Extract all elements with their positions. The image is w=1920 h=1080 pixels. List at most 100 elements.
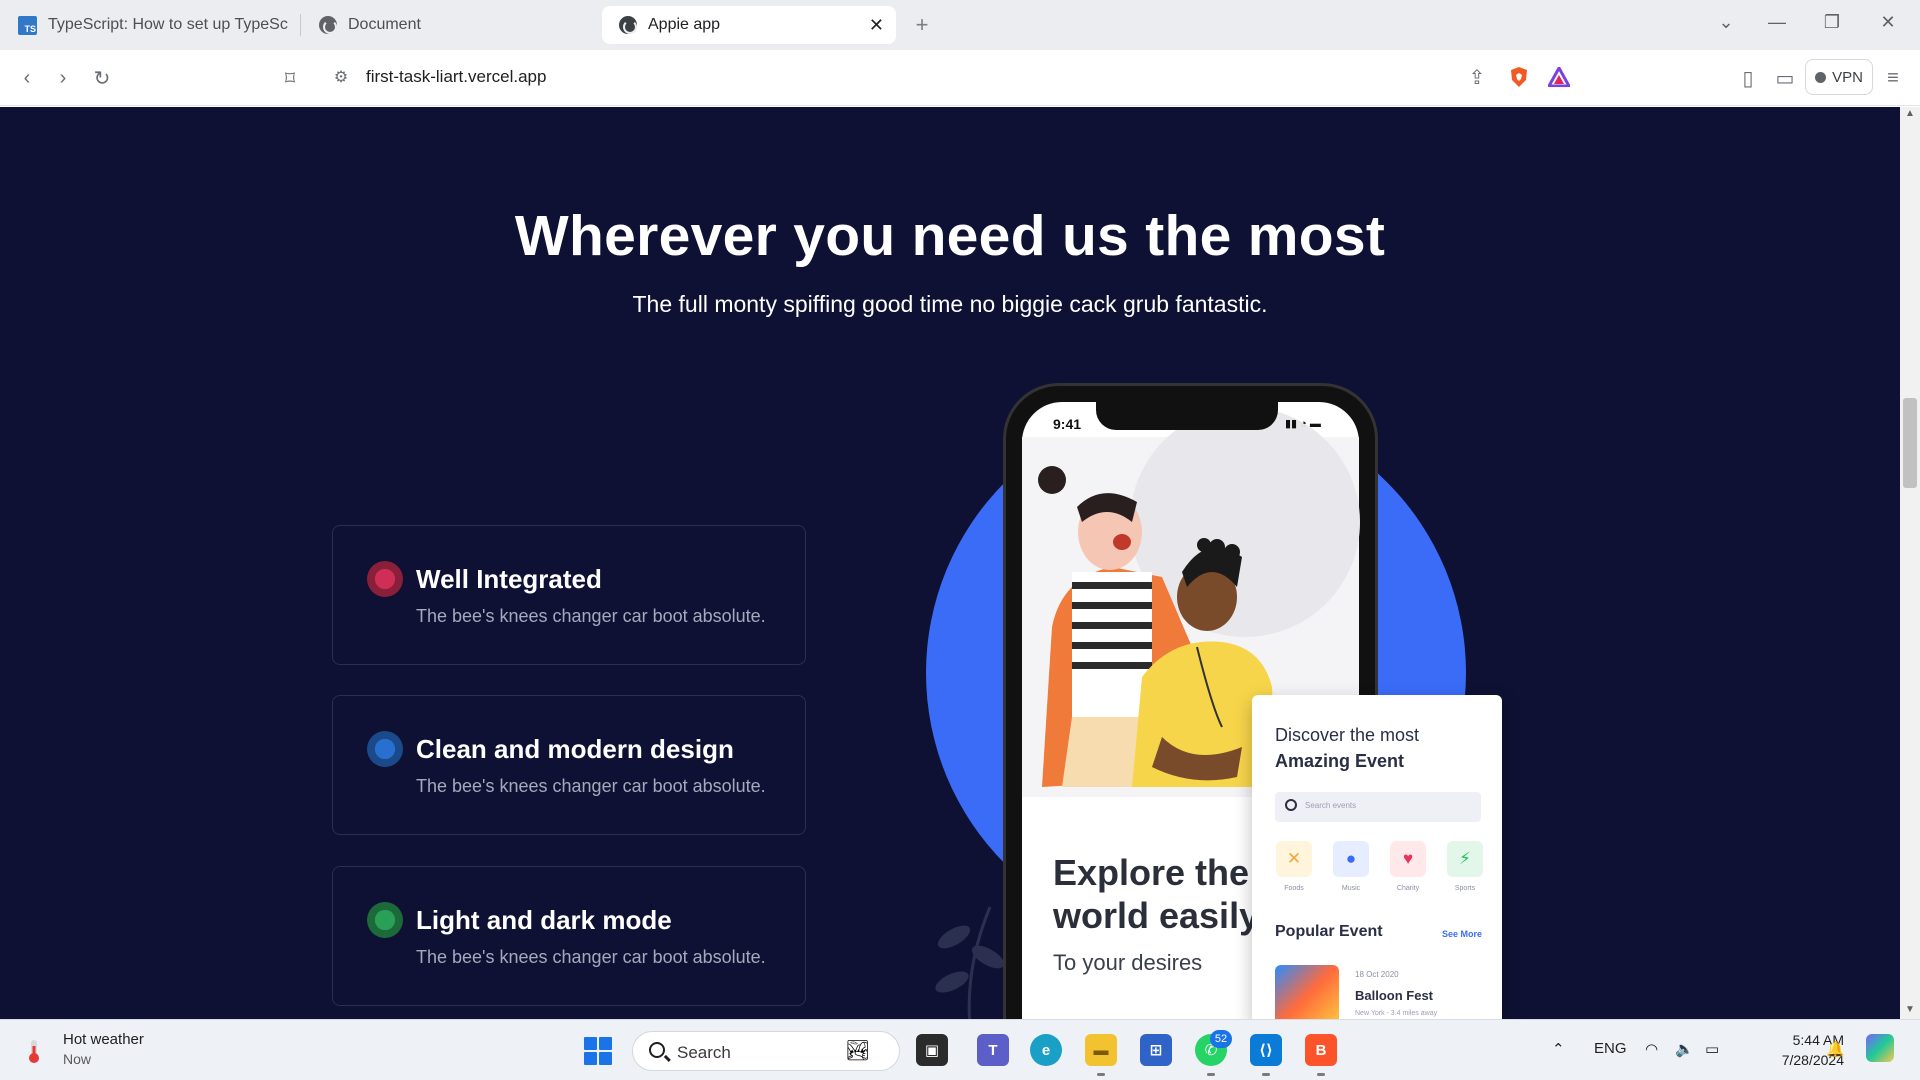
language-indicator[interactable]: ENG (1594, 1040, 1627, 1057)
task-view-icon[interactable]: ▣ (916, 1034, 948, 1066)
scrollbar-thumb[interactable] (1903, 398, 1917, 488)
typescript-icon: TS (18, 15, 37, 35)
battery-icon[interactable]: ▭ (1705, 1040, 1719, 1058)
card-title-line1: Discover the most (1275, 725, 1420, 745)
browser-tab-bar: TS TypeScript: How to set up TypeScrip D… (0, 0, 1920, 50)
tab-document[interactable]: Document (318, 6, 588, 44)
microsoft-store-icon[interactable]: ⊞ (1140, 1034, 1172, 1066)
close-window-icon[interactable]: ✕ (1876, 12, 1900, 33)
reload-icon[interactable]: ↻ (87, 63, 117, 93)
popular-event-heading: Popular Event (1275, 923, 1383, 940)
menu-icon[interactable]: ≡ (1878, 63, 1908, 93)
running-indicator (1097, 1073, 1105, 1076)
share-icon[interactable]: ⇪ (1462, 62, 1492, 92)
vpn-button[interactable]: VPN (1805, 59, 1873, 95)
site-settings-icon[interactable]: ⚙ (326, 62, 356, 92)
search-icon (1285, 799, 1297, 811)
feature-title: Clean and modern design (416, 734, 734, 764)
phone-status-time: 9:41 (1053, 416, 1082, 432)
scroll-up-icon[interactable]: ▲ (1905, 108, 1915, 119)
show-hidden-icons-chevron[interactable]: ⌃ (1552, 1040, 1565, 1058)
feature-description: The bee's knees changer car boot absolut… (416, 776, 766, 796)
forward-icon[interactable]: › (48, 63, 78, 93)
sidebar-icon[interactable]: ▯ (1733, 63, 1763, 93)
event-date: 18 Oct 2020 (1355, 970, 1399, 979)
wifi-icon[interactable]: ◠ (1645, 1040, 1658, 1058)
scroll-down-icon[interactable]: ▼ (1905, 1004, 1915, 1015)
thermometer-icon[interactable] (24, 1038, 44, 1064)
tab-search-chevron-icon[interactable]: ⌄ (1714, 12, 1738, 33)
fork-knife-icon: ✕ (1276, 841, 1312, 877)
notification-bell-icon[interactable]: 🔔 (1826, 1040, 1845, 1058)
taskbar-search[interactable]: Search 🏞 (632, 1031, 900, 1071)
phone-tagline: To your desires (1053, 950, 1203, 975)
tab-typescript[interactable]: TS TypeScript: How to set up TypeScrip (18, 6, 288, 44)
tab-title: Appie app (648, 16, 721, 33)
heart-icon: ♥ (1390, 841, 1426, 877)
event-name: Balloon Fest (1355, 988, 1434, 1003)
new-tab-button[interactable]: + (910, 12, 934, 38)
phone-headline: Explore the world easily (1053, 851, 1259, 937)
restore-icon[interactable]: ❐ (1820, 12, 1844, 33)
copilot-icon[interactable] (1866, 1034, 1894, 1062)
search-icon (649, 1042, 665, 1058)
url-text: first-task-liart.vercel.app (366, 67, 547, 86)
running-indicator (1317, 1073, 1325, 1076)
page-scrollbar[interactable] (1900, 107, 1920, 1019)
windows-start-icon[interactable] (584, 1037, 612, 1065)
bookmark-icon[interactable]: ⌑ (275, 63, 305, 93)
feature-card-well-integrated: Well Integrated The bee's knees changer … (332, 525, 806, 665)
vpn-label: VPN (1832, 68, 1863, 86)
phone-notch (1096, 402, 1278, 430)
see-more-link[interactable]: See More (1442, 929, 1482, 939)
feature-dot-icon (367, 561, 403, 597)
search-highlight-icon: 🏞 (845, 1040, 871, 1062)
feature-description: The bee's knees changer car boot absolut… (416, 947, 766, 967)
category-sports[interactable]: ⚡ Sports (1446, 841, 1484, 892)
feature-dot-icon (367, 731, 403, 767)
volume-icon[interactable]: 🔈 (1675, 1040, 1694, 1058)
category-foods[interactable]: ✕ Foods (1275, 841, 1313, 892)
minimize-icon[interactable]: — (1765, 12, 1789, 33)
address-bar[interactable]: ⚙ first-task-liart.vercel.app ⇪ (318, 57, 1600, 97)
category-label: Sports (1454, 885, 1476, 892)
wallet-icon[interactable]: ▭ (1770, 63, 1800, 93)
browser-toolbar: ‹ › ↻ ⌑ ⚙ first-task-liart.vercel.app ⇪ … (0, 50, 1920, 106)
leaf-decoration-icon (935, 906, 1005, 1019)
feature-title: Well Integrated (416, 564, 602, 594)
search-placeholder: Search events (1305, 801, 1357, 810)
back-icon[interactable]: ‹ (12, 63, 42, 93)
globe-icon (618, 16, 637, 35)
brave-browser-icon[interactable]: B (1305, 1034, 1337, 1066)
weather-title[interactable]: Hot weather (63, 1031, 144, 1048)
runner-icon: ⚡ (1447, 841, 1483, 877)
tab-separator (300, 14, 301, 36)
category-music[interactable]: ● Music (1332, 841, 1370, 892)
page-viewport: Wherever you need us the most The full m… (0, 107, 1900, 1019)
globe-icon (318, 16, 337, 35)
file-explorer-icon[interactable]: ▬ (1085, 1034, 1117, 1066)
brave-rewards-icon[interactable] (1544, 62, 1574, 92)
edge-icon[interactable]: e (1030, 1034, 1062, 1066)
search-label: Search (677, 1043, 731, 1062)
vpn-status-icon (1815, 71, 1827, 83)
card-title-line2: Amazing Event (1275, 751, 1405, 771)
teams-icon[interactable]: T (977, 1034, 1009, 1066)
feature-dot-icon (367, 902, 403, 938)
event-thumbnail (1275, 965, 1339, 1019)
section-subheadline: The full monty spiffing good time no big… (632, 291, 1268, 317)
event-search-input[interactable]: Search events (1275, 792, 1481, 822)
running-indicator (1262, 1073, 1270, 1076)
feature-title: Light and dark mode (416, 905, 672, 935)
phone-headline-line1: Explore the (1053, 852, 1250, 893)
tab-appie-app[interactable]: Appie app ✕ (602, 6, 896, 44)
tab-title: TypeScript: How to set up TypeScrip (48, 16, 288, 33)
brave-shield-icon[interactable] (1504, 62, 1534, 92)
close-tab-icon[interactable]: ✕ (869, 15, 884, 36)
vscode-icon[interactable]: ⟨⟩ (1250, 1034, 1282, 1066)
category-label: Foods (1284, 885, 1304, 892)
tab-title: Document (348, 16, 421, 33)
feature-card-light-dark: Light and dark mode The bee's knees chan… (332, 866, 806, 1006)
event-card: Discover the most Amazing Event Search e… (1252, 695, 1502, 1019)
category-charity[interactable]: ♥ Charity (1389, 841, 1427, 892)
